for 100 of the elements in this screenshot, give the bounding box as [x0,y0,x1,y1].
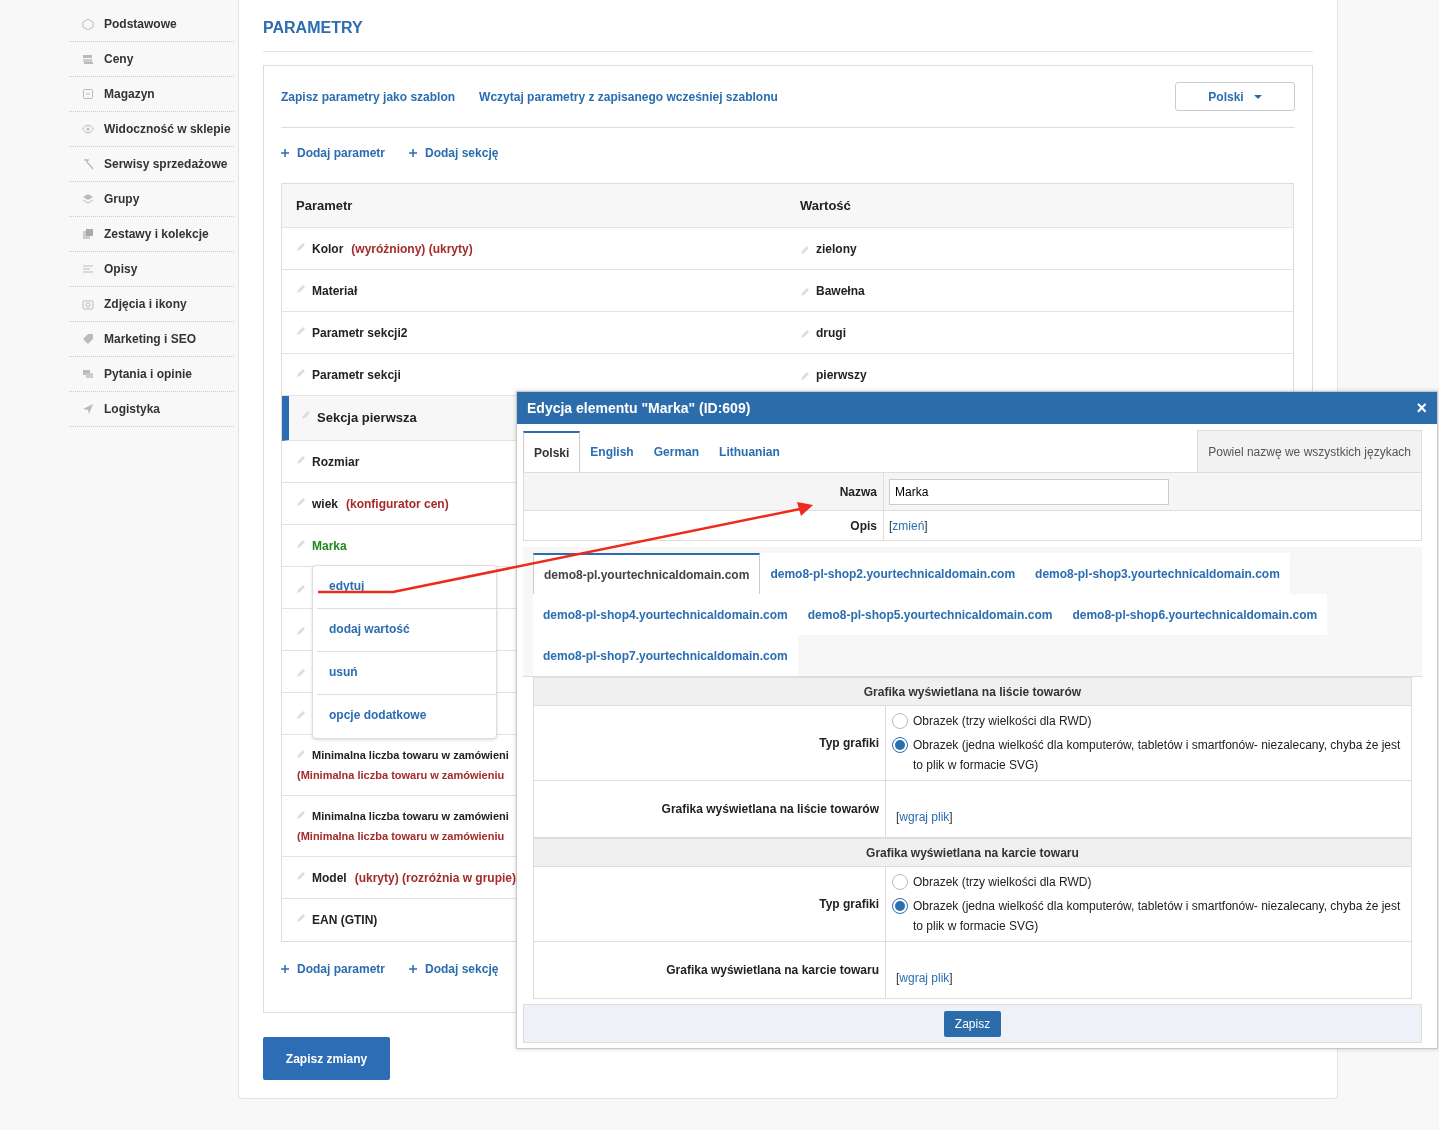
tag-icon [82,333,94,345]
pencil-icon [301,410,311,421]
radio-button[interactable] [892,713,908,729]
eye-icon [82,123,94,135]
menu-item[interactable]: opcje dodatkowe [317,695,496,738]
pencil-icon [296,367,306,378]
parameter-name: Parametr sekcji [312,366,401,384]
plus-icon [281,149,289,157]
parameter-name: Minimalna liczba towaru w zamówieni [312,748,509,763]
close-button[interactable]: × [1416,399,1427,417]
pencil-icon [296,625,306,636]
pencil-icon [296,241,306,252]
pencil-icon [296,749,306,759]
parameter-note: (Minimalna liczba towaru w zamówieniu [297,828,506,844]
language-tab[interactable]: Lithuanian [709,432,790,472]
shop-tab[interactable]: demo8-pl.yourtechnicaldomain.com [533,553,761,594]
pencil-icon [296,709,306,720]
shop-tab[interactable]: demo8-pl-shop3.yourtechnicaldomain.com [1025,553,1290,594]
sidebar-item[interactable]: Widoczność w sklepie [69,112,234,147]
plus-icon [409,149,418,157]
sidebar-item[interactable]: Serwisy sprzedażowe [69,147,234,182]
name-field[interactable]: Marka [889,478,1169,505]
section-title: PARAMETRY [263,16,1313,52]
template-link[interactable]: Wczytaj parametry z zapisanego wcześniej szablonu [479,87,778,106]
dialog-title: Edycja elementu "Marka" (ID:609) [527,398,751,418]
shop-tab[interactable]: demo8-pl-shop5.yourtechnicaldomain.com [797,594,1063,635]
sidebar-item[interactable]: Zdjęcia i ikony [69,287,234,322]
sidebar-item[interactable]: Magazyn [69,77,234,112]
parameter-value: drugi [816,324,846,342]
section-heading: Grafika wyświetlana na liście towarów [534,677,1411,706]
language-tab[interactable]: German [643,432,710,472]
parameter-name: Marka [312,537,347,555]
parameter-note: (Minimalna liczba towaru w zamówieniu [297,767,506,783]
pencil-icon [296,325,306,336]
text-icon [82,263,94,275]
sidebar-item[interactable]: Grupy [69,182,234,217]
sidebar-item[interactable]: Ceny [69,42,234,77]
pencil-icon [296,667,306,678]
parameter-flags: (wyróżniony) (ukryty) [351,240,473,258]
parameter-value: zielony [816,240,857,258]
save-button[interactable]: Zapisz zmiany [263,1037,390,1080]
save-button[interactable]: Zapisz [943,1010,1002,1037]
upload-link[interactable]: [wgraj plik] [896,971,953,985]
language-tab[interactable]: English [580,432,644,472]
radio-button[interactable] [892,737,908,753]
add-link[interactable]: Dodaj sekcję [409,144,499,162]
section-heading: Grafika wyświetlana na karcie towaru [534,838,1411,867]
archive-icon [82,88,94,100]
radio-button[interactable] [892,898,908,914]
change-link[interactable]: [zmień] [889,516,928,535]
parameter-name: Minimalna liczba towaru w zamówieni [312,809,509,824]
pencil-icon [296,283,306,294]
send-icon [82,403,94,415]
box-icon [82,18,94,30]
sidebar-item[interactable]: Podstawowe [69,7,234,42]
add-link[interactable]: Dodaj parametr [281,144,386,162]
parameter-flags: (ukryty) (rozróżnia w grupie) [354,869,516,887]
upload-link[interactable]: [wgraj plik] [896,810,953,824]
pencil-icon [296,538,306,549]
column-header: Parametr [296,196,353,215]
shop-tab[interactable]: demo8-pl-shop2.yourtechnicaldomain.com [760,553,1026,594]
field-label: Grafika wyświetlana na liście towarów [661,801,879,818]
sidebar-item[interactable]: Pytania i opinie [69,357,234,392]
pencil-icon [296,454,306,465]
add-link[interactable]: Dodaj parametr [281,960,386,978]
parameter-name: EAN (GTIN) [312,912,378,929]
pencil-icon [296,496,306,507]
template-link[interactable]: Zapisz parametry jako szablon [281,87,456,106]
pencil-icon [800,244,810,255]
pencil-icon [800,286,810,297]
option-label: Obrazek (trzy wielkości dla RWD) [913,874,1092,891]
parameter-name: Model [312,869,347,887]
shop-tab[interactable]: demo8-pl-shop6.yourtechnicaldomain.com [1062,594,1328,635]
language-tab[interactable]: Polski [523,431,581,472]
pencil-icon [296,870,306,881]
shop-tab[interactable]: demo8-pl-shop7.yourtechnicaldomain.com [533,635,798,676]
language-dropdown[interactable]: Polski [1175,82,1295,111]
parameter-value: Bawełna [816,282,865,300]
radio-button[interactable] [892,874,908,890]
parameter-flags: (konfigurator cen) [346,495,449,513]
add-link[interactable]: Dodaj sekcję [409,960,499,978]
camera-icon [82,298,94,310]
sidebar-item[interactable]: Logistyka [69,392,234,427]
menu-item[interactable]: dodaj wartość [317,609,496,652]
parameter-name: Kolor [312,240,344,258]
caret-icon [1253,94,1262,99]
sidebar-item[interactable]: Marketing i SEO [69,322,234,357]
hammer-icon [82,158,94,170]
shop-tab[interactable]: demo8-pl-shop4.yourtechnicaldomain.com [533,594,798,635]
copy-name-button[interactable]: Powiel nazwę we wszystkich językach [1197,430,1422,472]
sidebar-item[interactable]: Opisy [69,252,234,287]
sidebar-item[interactable]: Zestawy i kolekcje [69,217,234,252]
pencil-icon [296,913,306,923]
menu-item[interactable]: usuń [317,652,496,695]
parameter-name: Materiał [312,282,358,300]
plus-icon [281,965,289,973]
column-header: Wartość [800,196,851,215]
chat-icon [82,368,94,380]
field-label: Typ grafiki [819,896,879,913]
parameter-value: pierwszy [816,366,867,384]
